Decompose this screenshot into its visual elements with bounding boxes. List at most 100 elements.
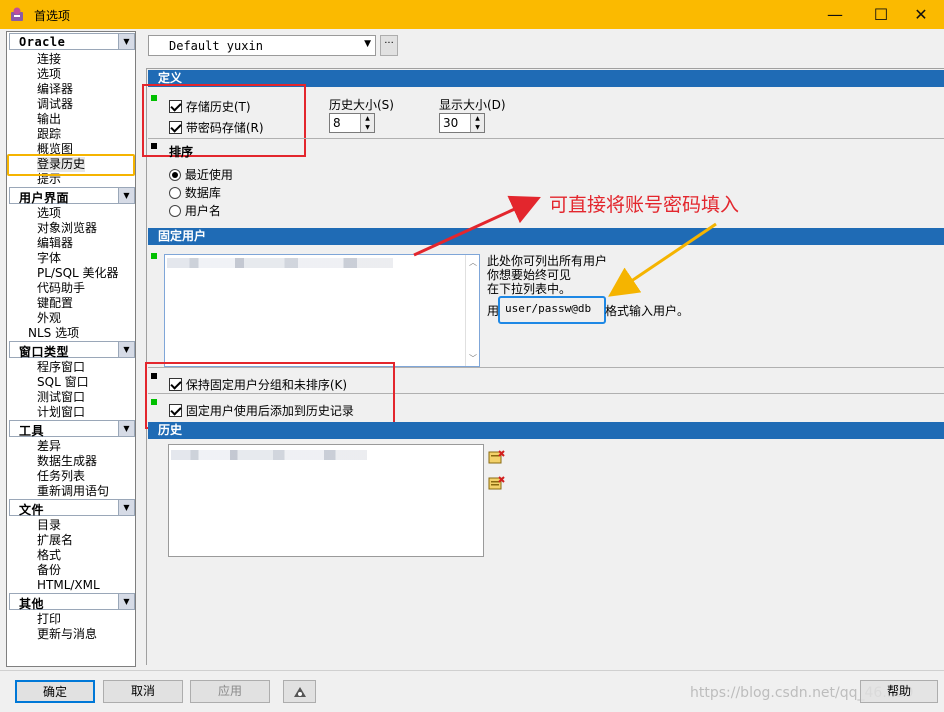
fixed-users-help: 此处你可列出所有用户 你想要始终可见 在下拉列表中。 [487, 254, 607, 296]
highlight-box-orange [7, 154, 135, 176]
scroll-down-icon[interactable]: ﹀ [469, 353, 477, 364]
minimize-button[interactable]: — [812, 0, 858, 29]
display-size-value: 30 [443, 116, 459, 130]
chevron-down-icon[interactable]: ▼ [118, 342, 134, 357]
nav-group-label: 工具 [19, 424, 45, 438]
nav-item[interactable]: 扩展名 [37, 533, 73, 548]
nav-item[interactable]: SQL 窗口 [37, 375, 89, 390]
nav-item[interactable]: HTML/XML [37, 578, 100, 593]
nav-item[interactable]: 外观 [37, 311, 61, 326]
ok-button[interactable]: 确定 [15, 680, 95, 703]
nav-item[interactable]: 测试窗口 [37, 390, 85, 405]
history-size-spinner[interactable]: 8 ▲ ▼ [329, 113, 375, 133]
nav-item[interactable]: 键配置 [37, 296, 73, 311]
profile-tools-button[interactable] [283, 680, 316, 703]
scroll-up-icon[interactable]: ︿ [469, 257, 477, 268]
clear-entry-icon[interactable] [488, 449, 506, 465]
nav-item[interactable]: 字体 [37, 251, 61, 266]
nav-item[interactable]: NLS 选项 [28, 326, 79, 341]
nav-item[interactable]: 格式 [37, 548, 61, 563]
app-icon [11, 7, 23, 21]
display-size-spinner[interactable]: 30 ▲ ▼ [439, 113, 485, 133]
clear-all-icon[interactable] [488, 475, 506, 491]
profile-more-button[interactable]: ··· [380, 35, 398, 56]
nav-item[interactable]: 重新调用语句 [37, 484, 109, 499]
history-list[interactable] [168, 444, 484, 557]
nav-item[interactable]: 编译器 [37, 82, 73, 97]
history-header: 历史 [148, 422, 944, 439]
nav-group-header[interactable]: Oracle ▼ [9, 33, 135, 50]
chevron-down-icon[interactable]: ▼ [118, 188, 134, 203]
nav-item[interactable]: 代码助手 [37, 281, 85, 296]
highlight-box-red [142, 84, 306, 157]
divider [0, 670, 944, 671]
redacted-text [167, 258, 393, 268]
annotation-text: 可直接将账号密码填入 [549, 194, 740, 216]
fixed-users-header: 固定用户 [148, 228, 944, 245]
nav-group-header[interactable]: 工具 ▼ [9, 420, 135, 438]
nav-item[interactable]: 计划窗口 [37, 405, 85, 420]
profile-select-value: Default yuxin [169, 39, 263, 53]
nav-group-label: 用户界面 [19, 191, 70, 205]
sort-header: 排序 [169, 145, 194, 159]
sort-option-label: 数据库 [184, 186, 221, 200]
nav-item[interactable]: 调试器 [37, 97, 73, 112]
nav-item[interactable]: 程序窗口 [37, 360, 85, 375]
profile-select[interactable]: Default yuxin ▼ [148, 35, 376, 56]
display-size-label: 显示大小(D) [439, 98, 506, 112]
nav-item[interactable]: 备份 [37, 563, 61, 578]
nav-item[interactable]: 对象浏览器 [37, 221, 97, 236]
help-line: 在下拉列表中。 [487, 282, 572, 296]
cancel-button[interactable]: 取消 [103, 680, 183, 703]
nav-group-header[interactable]: 其他 ▼ [9, 593, 135, 611]
sort-option-database[interactable]: 数据库 [169, 184, 221, 201]
nav-item[interactable]: 编辑器 [37, 236, 73, 251]
help-line: 此处你可列出所有用户 [487, 254, 608, 268]
nav-group-header[interactable]: 窗口类型 ▼ [9, 341, 135, 359]
nav-item[interactable]: 连接 [37, 52, 61, 67]
nav-item[interactable]: 选项 [37, 67, 61, 82]
help-suffix: 格式输入用户。 [605, 304, 690, 318]
sort-option-label: 最近使用 [184, 168, 233, 182]
sort-option-recent[interactable]: 最近使用 [169, 166, 233, 183]
green-marker [151, 253, 157, 259]
window-title: 首选项 [34, 9, 71, 23]
nav-item[interactable]: PL/SQL 美化器 [37, 266, 119, 281]
chevron-down-icon[interactable]: ▼ [118, 421, 134, 436]
history-size-value: 8 [333, 116, 341, 130]
spin-up-icon[interactable]: ▲ [360, 114, 374, 123]
spin-down-icon[interactable]: ▼ [360, 123, 374, 132]
tools-icon [293, 687, 306, 697]
black-marker [151, 143, 157, 149]
nav-item[interactable]: 目录 [37, 518, 61, 533]
preferences-nav-tree: Oracle ▼ 连接 选项 编译器 调试器 输出 跟踪 概览图 登录历史 提示 用户界面 ▼ 选项 对象浏… [6, 31, 136, 667]
spin-up-icon[interactable]: ▲ [470, 114, 484, 123]
close-button[interactable]: ✕ [898, 0, 944, 29]
nav-group-header[interactable]: 文件 ▼ [9, 499, 135, 517]
nav-item[interactable]: 选项 [37, 206, 61, 221]
fixed-users-textarea[interactable]: ︿ ﹀ [164, 254, 480, 367]
nav-group-label: 文件 [19, 503, 45, 517]
chevron-down-icon[interactable]: ▼ [118, 594, 134, 609]
nav-item[interactable]: 打印 [37, 612, 61, 627]
nav-group-label: 窗口类型 [19, 345, 70, 359]
help-button[interactable]: 帮助 [860, 680, 938, 703]
nav-group-header[interactable]: 用户界面 ▼ [9, 187, 135, 205]
chevron-down-icon[interactable]: ▼ [118, 500, 134, 515]
sort-option-username[interactable]: 用户名 [169, 202, 221, 219]
redacted-text [171, 450, 367, 460]
nav-item[interactable]: 输出 [37, 112, 61, 127]
nav-item[interactable]: 任务列表 [37, 469, 85, 484]
spin-down-icon[interactable]: ▼ [470, 123, 484, 132]
nav-group-label: Oracle [19, 35, 66, 49]
chevron-down-icon[interactable]: ▼ [118, 34, 134, 49]
nav-item[interactable]: 跟踪 [37, 127, 61, 142]
nav-item[interactable]: 差异 [37, 439, 61, 454]
highlight-box-red [145, 362, 395, 429]
nav-item[interactable]: 数据生成器 [37, 454, 97, 469]
nav-item[interactable]: 更新与消息 [37, 627, 97, 642]
format-example: user/passw@db [505, 302, 592, 315]
apply-button[interactable]: 应用 [190, 680, 270, 703]
divider [148, 138, 944, 139]
scrollbar[interactable]: ︿ ﹀ [465, 255, 479, 366]
